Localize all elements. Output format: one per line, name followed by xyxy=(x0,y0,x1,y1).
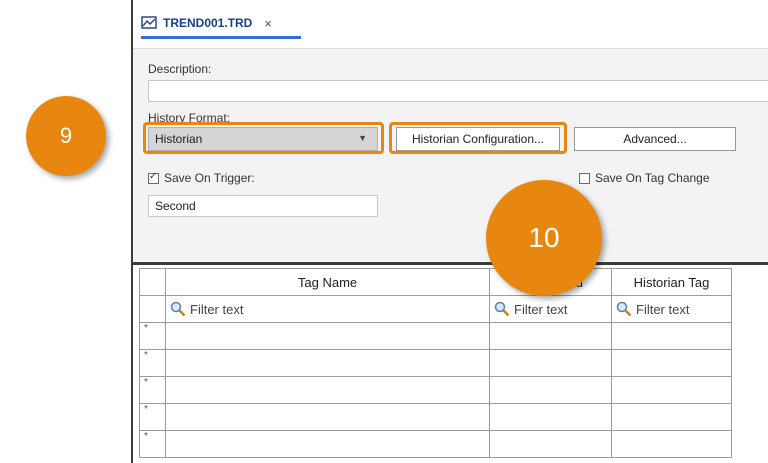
cell-historian-tag[interactable] xyxy=(611,403,732,431)
filter-dead-band[interactable]: Filter text xyxy=(489,295,612,323)
search-icon xyxy=(170,301,186,317)
checkbox-checked-icon xyxy=(148,171,159,184)
tab-label: TREND001.TRD xyxy=(163,16,253,30)
cell-historian-tag[interactable] xyxy=(611,376,732,404)
filter-placeholder: Filter text xyxy=(514,301,568,317)
column-header-historian-tag[interactable]: Historian Tag xyxy=(611,268,732,296)
tag-grid: Tag Name Dead Band Historian Tag Filter … xyxy=(139,268,732,458)
callout-9-label: 9 xyxy=(59,123,73,148)
cell-dead-band[interactable] xyxy=(489,403,612,431)
new-row-marker: * xyxy=(139,403,166,431)
save-on-trigger-label: Save On Trigger: xyxy=(164,171,255,185)
filter-row-header xyxy=(139,295,166,323)
filter-tag-name[interactable]: Filter text xyxy=(165,295,490,323)
cell-historian-tag[interactable] xyxy=(611,349,732,377)
callout-9: 9 xyxy=(26,96,106,176)
grid-header-row: Tag Name Dead Band Historian Tag xyxy=(139,268,732,296)
trigger-unit-field[interactable]: Second xyxy=(148,195,378,217)
table-row[interactable]: * xyxy=(139,349,732,377)
trigger-unit-value: Second xyxy=(155,199,196,213)
cell-historian-tag[interactable] xyxy=(611,322,732,350)
table-row[interactable]: * xyxy=(139,376,732,404)
cell-tag-name[interactable] xyxy=(165,430,490,458)
callout-10: 10 xyxy=(486,180,602,296)
search-icon xyxy=(616,301,632,317)
close-icon[interactable]: × xyxy=(264,16,272,31)
save-on-tag-change-checkbox[interactable]: Save On Tag Change xyxy=(579,171,710,185)
filter-placeholder: Filter text xyxy=(636,301,690,317)
cell-tag-name[interactable] xyxy=(165,322,490,350)
filter-row: Filter text Filter text Filter text xyxy=(139,295,732,323)
trend-editor-window: TREND001.TRD × Description: History Form… xyxy=(131,0,768,463)
filter-historian-tag[interactable]: Filter text xyxy=(611,295,732,323)
new-row-marker: * xyxy=(139,430,166,458)
cell-historian-tag[interactable] xyxy=(611,430,732,458)
save-on-tag-change-label: Save On Tag Change xyxy=(595,171,710,185)
description-label: Description: xyxy=(148,62,212,76)
advanced-button[interactable]: Advanced... xyxy=(574,127,736,151)
new-row-marker: * xyxy=(139,349,166,377)
highlight-historian-configuration xyxy=(389,122,567,154)
cell-dead-band[interactable] xyxy=(489,349,612,377)
checkbox-unchecked-icon xyxy=(579,172,590,184)
table-row[interactable]: * xyxy=(139,322,732,350)
cell-tag-name[interactable] xyxy=(165,376,490,404)
corner-cell xyxy=(139,268,166,296)
settings-panel: Description: History Format: Historian ▼… xyxy=(133,48,768,261)
column-header-tag-name[interactable]: Tag Name xyxy=(165,268,490,296)
active-tab-indicator xyxy=(141,36,301,39)
trend-file-icon xyxy=(141,15,157,32)
tab-trend001[interactable]: TREND001.TRD × xyxy=(141,10,272,36)
table-row[interactable]: * xyxy=(139,430,732,458)
callout-10-label: 10 xyxy=(528,222,560,253)
description-field[interactable] xyxy=(148,80,768,102)
tag-grid-area: Tag Name Dead Band Historian Tag Filter … xyxy=(133,262,768,463)
cell-dead-band[interactable] xyxy=(489,430,612,458)
new-row-marker: * xyxy=(139,376,166,404)
cell-tag-name[interactable] xyxy=(165,349,490,377)
table-row[interactable]: * xyxy=(139,403,732,431)
cell-tag-name[interactable] xyxy=(165,403,490,431)
filter-placeholder: Filter text xyxy=(190,301,244,317)
cell-dead-band[interactable] xyxy=(489,322,612,350)
tab-bar: TREND001.TRD × xyxy=(133,0,768,44)
cell-dead-band[interactable] xyxy=(489,376,612,404)
search-icon xyxy=(494,301,510,317)
highlight-history-format xyxy=(143,122,384,154)
new-row-marker: * xyxy=(139,322,166,350)
save-on-trigger-checkbox[interactable]: Save On Trigger: xyxy=(148,171,255,185)
